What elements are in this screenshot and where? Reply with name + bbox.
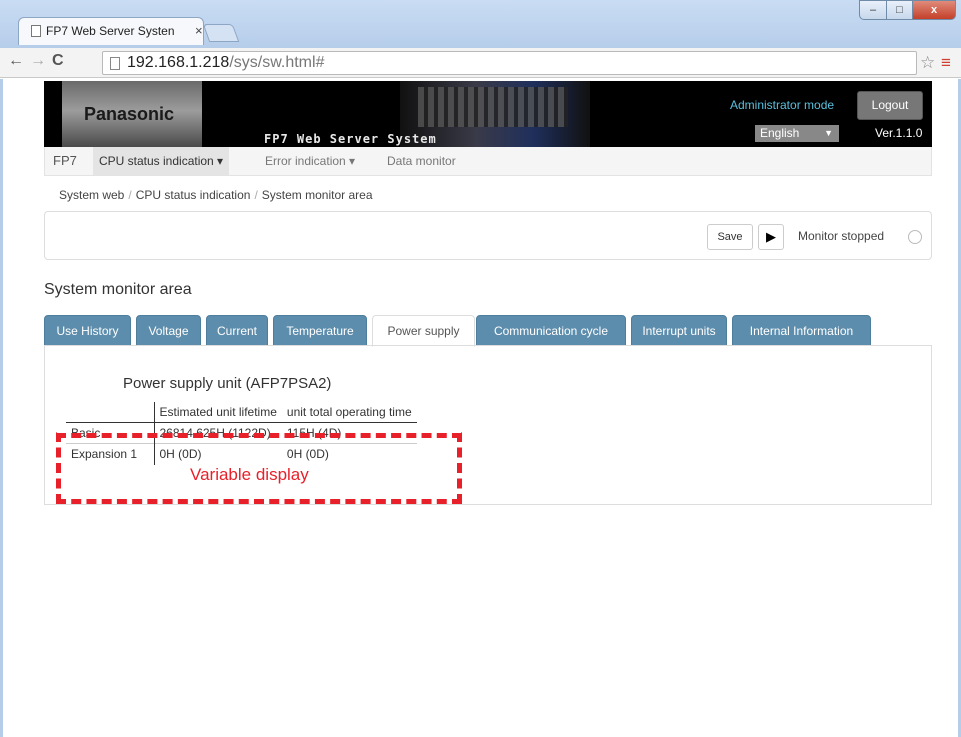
new-tab-button[interactable] bbox=[202, 24, 240, 42]
breadcrumb: System web / CPU status indication / System … bbox=[59, 188, 373, 202]
unit-title: Power supply unit (AFP7PSA2) bbox=[123, 375, 332, 392]
browser-titlebar: FP7 Web Server Systen × – □ x bbox=[0, 0, 961, 48]
tab-current[interactable]: Current bbox=[206, 315, 268, 346]
admin-mode-label: Administrator mode bbox=[730, 98, 835, 112]
language-value: English bbox=[760, 126, 800, 140]
url-text[interactable]: 192.168.1.218/sys/sw.html# bbox=[127, 54, 324, 72]
logo: Panasonic bbox=[62, 81, 202, 147]
address-bar[interactable]: 192.168.1.218/sys/sw.html# bbox=[102, 51, 917, 75]
minimize-button[interactable]: – bbox=[859, 0, 887, 20]
tab-close-icon[interactable]: × bbox=[195, 23, 203, 38]
tab-power-supply[interactable]: Power supply bbox=[372, 315, 475, 347]
table-header-row: Estimated unit lifetime unit total opera… bbox=[66, 402, 417, 423]
browser-tab[interactable]: FP7 Web Server Systen × bbox=[18, 17, 204, 45]
url-path: /sys/sw.html# bbox=[229, 54, 325, 71]
monitor-tabs: Use History Voltage Current Temperature … bbox=[44, 315, 932, 347]
tab-voltage[interactable]: Voltage bbox=[136, 315, 201, 346]
bookmark-star-icon[interactable]: ☆ bbox=[920, 53, 935, 73]
page-icon bbox=[31, 25, 41, 37]
tab-interrupt-units[interactable]: Interrupt units bbox=[631, 315, 727, 346]
column-header: Estimated unit lifetime bbox=[154, 402, 282, 423]
annotation-dashed-line bbox=[56, 433, 462, 438]
breadcrumb-current: System monitor area bbox=[261, 188, 373, 202]
caret-down-icon: ▼ bbox=[824, 128, 833, 138]
nav-data-monitor[interactable]: Data monitor bbox=[381, 147, 462, 175]
breadcrumb-item[interactable]: CPU status indication bbox=[136, 188, 251, 202]
nav-error-indication[interactable]: Error indication ▾ bbox=[259, 147, 361, 175]
breadcrumb-item[interactable]: System web bbox=[59, 188, 124, 202]
monitor-control-panel: Save ▶ Monitor stopped bbox=[44, 211, 932, 260]
breadcrumb-separator: / bbox=[128, 188, 132, 202]
breadcrumb-separator: / bbox=[254, 188, 258, 202]
page-title: System monitor area bbox=[44, 281, 192, 298]
version-label: Ver.1.1.0 bbox=[875, 126, 923, 140]
logo-text: Panasonic bbox=[84, 104, 175, 124]
logout-button[interactable]: Logout bbox=[857, 91, 923, 120]
tab-temperature[interactable]: Temperature bbox=[273, 315, 367, 346]
nav-brand[interactable]: FP7 bbox=[53, 153, 77, 168]
monitor-status: Monitor stopped bbox=[798, 229, 885, 243]
close-window-button[interactable]: x bbox=[912, 0, 956, 20]
browser-menu-icon[interactable]: ≡ bbox=[941, 53, 951, 73]
nav-cpu-status[interactable]: CPU status indication ▾ bbox=[93, 147, 230, 175]
annotation-label: Variable display bbox=[190, 465, 309, 484]
tab-internal-information[interactable]: Internal Information bbox=[732, 315, 871, 346]
status-indicator bbox=[908, 230, 922, 244]
column-header: unit total operating time bbox=[281, 402, 417, 423]
main-navbar: FP7 CPU status indication ▾ Error indica… bbox=[44, 147, 932, 176]
site-header: Panasonic FP7 Web Server System Administ… bbox=[44, 81, 932, 147]
save-button[interactable]: Save bbox=[707, 224, 753, 250]
back-arrow-icon[interactable]: ← bbox=[8, 52, 24, 70]
forward-arrow-icon[interactable]: → bbox=[30, 52, 46, 70]
page-icon bbox=[110, 57, 120, 70]
play-icon[interactable]: ▶ bbox=[758, 224, 784, 250]
maximize-button[interactable]: □ bbox=[886, 0, 913, 20]
tab-title: FP7 Web Server Systen bbox=[46, 24, 175, 38]
window-frame-left bbox=[0, 79, 3, 737]
tab-use-history[interactable]: Use History bbox=[44, 315, 131, 346]
url-host: 192.168.1.218 bbox=[127, 54, 230, 71]
language-select[interactable]: English ▼ bbox=[755, 125, 839, 142]
tab-communication-cycle[interactable]: Communication cycle bbox=[476, 315, 626, 346]
reload-icon[interactable]: C bbox=[52, 52, 64, 70]
column-header bbox=[66, 402, 155, 423]
hero-caption: FP7 Web Server System bbox=[264, 132, 437, 146]
browser-toolbar: ← → C 192.168.1.218/sys/sw.html# ☆ ≡ bbox=[0, 48, 961, 78]
